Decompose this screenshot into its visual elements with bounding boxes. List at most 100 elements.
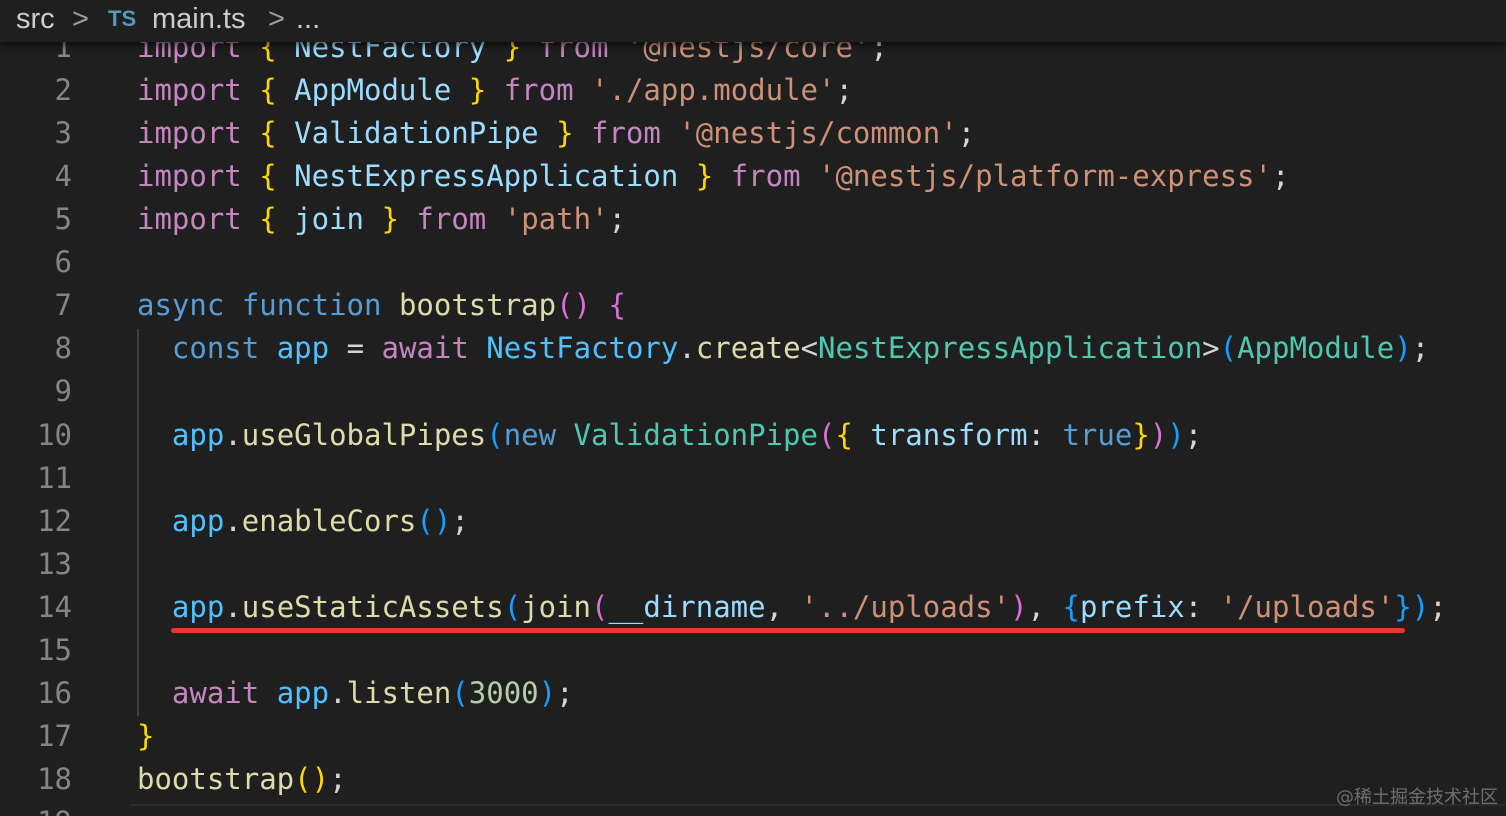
line-code[interactable]: import { AppModule } from './app.module'…: [137, 69, 853, 112]
code-token: .: [329, 676, 347, 710]
code-line-3[interactable]: 3 import { ValidationPipe } from '@nestj…: [0, 112, 1506, 155]
code-token: app: [171, 504, 225, 538]
breadcrumb-folder[interactable]: src: [16, 0, 55, 38]
code-token: .: [678, 331, 696, 365]
code-token: <: [800, 331, 819, 365]
code-token: '@nestjs/platform-express': [818, 159, 1272, 193]
code-line-2[interactable]: 2 import { AppModule } from './app.modul…: [0, 69, 1506, 112]
line-code[interactable]: await app.listen(3000);: [137, 672, 574, 715]
code-token: const: [171, 331, 260, 365]
line-code[interactable]: app.useGlobalPipes(new ValidationPipe({ …: [137, 414, 1202, 457]
code-line-6[interactable]: 6: [0, 241, 1506, 284]
line-code[interactable]: bootstrap();: [137, 758, 347, 801]
code-token: ;: [835, 73, 853, 107]
line-number: 15: [37, 633, 72, 667]
code-token: useStaticAssets: [241, 590, 504, 624]
code-token: useGlobalPipes: [241, 418, 487, 452]
breadcrumb-more[interactable]: ...: [296, 0, 320, 38]
code-line-8[interactable]: 8 const app = await NestFactory.create<N…: [0, 327, 1506, 370]
line-code[interactable]: import { join } from 'path';: [137, 198, 626, 241]
code-token: enableCors: [241, 504, 417, 538]
code-line-4[interactable]: 4 import { NestExpressApplication } from…: [0, 155, 1506, 198]
code-line-7[interactable]: 7 async function bootstrap() {: [0, 284, 1506, 327]
code-token: (): [416, 504, 452, 538]
code-line-10[interactable]: 10 app.useGlobalPipes(new ValidationPipe…: [0, 414, 1506, 457]
line-code[interactable]: }: [137, 715, 154, 758]
code-token: '/uploads': [1219, 590, 1395, 624]
code-token: ): [1149, 418, 1168, 452]
line-number: 13: [37, 547, 72, 581]
code-line-13[interactable]: 13: [0, 543, 1506, 586]
watermark: @稀土掘金技术社区: [1336, 787, 1498, 808]
code-token: {: [835, 418, 853, 452]
code-token: {: [608, 288, 626, 322]
line-code[interactable]: const app = await NestFactory.create<Nes…: [137, 327, 1429, 370]
code-line-11[interactable]: 11: [0, 457, 1506, 500]
line-number: 19: [0, 801, 72, 816]
line-number: 10: [37, 418, 72, 452]
line-number: 3: [54, 116, 72, 150]
line-code[interactable]: app.enableCors();: [137, 500, 469, 543]
code-token: bootstrap: [137, 762, 295, 796]
code-token: bootstrap: [398, 288, 557, 322]
code-token: {: [1062, 590, 1080, 624]
code-area[interactable]: 1 import { NestFactory } from '@nestjs/c…: [0, 0, 1506, 816]
code-line-12[interactable]: 12 app.enableCors();: [0, 500, 1506, 543]
line-code[interactable]: import { ValidationPipe } from '@nestjs/…: [137, 112, 975, 155]
code-token: await: [381, 331, 469, 365]
code-token: prefix: [1079, 590, 1185, 624]
code-token: ValidationPipe: [294, 116, 539, 150]
code-token: from: [730, 159, 801, 193]
code-token: .: [224, 590, 242, 624]
code-token: (: [486, 418, 504, 452]
code-line-16[interactable]: 16 await app.listen(3000);: [0, 672, 1506, 715]
code-editor[interactable]: 1 import { NestFactory } from '@nestjs/c…: [0, 0, 1506, 816]
line-number: 4: [54, 159, 72, 193]
code-token: __dirname: [608, 590, 766, 624]
chevron-right-icon: >: [268, 3, 285, 35]
code-line-17[interactable]: 17 }: [0, 715, 1506, 758]
code-token: :: [1184, 590, 1203, 624]
code-token: (: [503, 590, 522, 624]
code-line-15[interactable]: 15: [0, 629, 1506, 672]
sticky-scroll-divider: [130, 804, 1506, 806]
line-number: 12: [37, 504, 72, 538]
code-token: :: [1027, 418, 1045, 452]
line-code[interactable]: import { NestExpressApplication } from '…: [137, 155, 1289, 198]
breadcrumb-file[interactable]: main.ts: [152, 0, 245, 38]
code-line-9[interactable]: 9: [0, 370, 1506, 413]
code-token: (: [591, 590, 609, 624]
code-line-18[interactable]: 18 bootstrap();: [0, 758, 1506, 801]
code-line-14[interactable]: 14 app.useStaticAssets(join(__dirname, '…: [0, 586, 1506, 629]
line-code[interactable]: async function bootstrap() {: [137, 284, 626, 327]
code-token: ): [1010, 590, 1028, 624]
code-token: ;: [1429, 590, 1447, 624]
code-token: ;: [1184, 418, 1203, 452]
code-token: create: [695, 331, 801, 365]
line-code[interactable]: app.useStaticAssets(join(__dirname, '../…: [137, 586, 1447, 629]
code-token: from: [591, 116, 661, 150]
code-token: (): [556, 288, 591, 322]
code-token: import: [137, 73, 242, 107]
code-token: 'path': [503, 202, 609, 236]
code-line-5[interactable]: 5 import { join } from 'path';: [0, 198, 1506, 241]
